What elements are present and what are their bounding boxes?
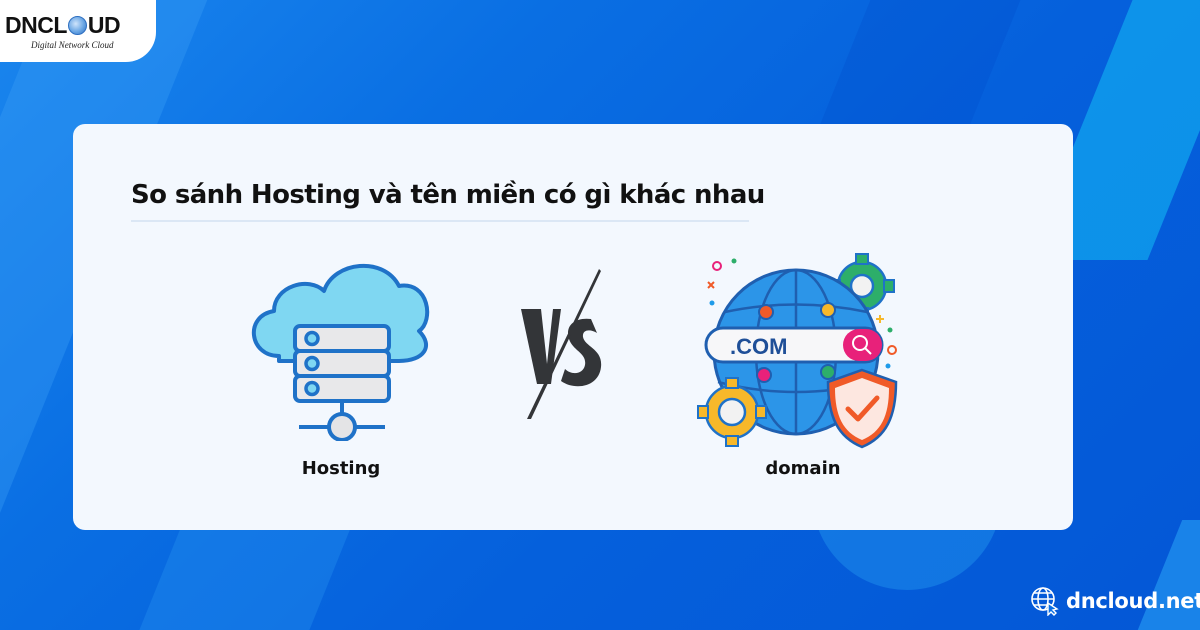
logo-subtitle: Digital Network Cloud (31, 40, 114, 50)
hosting-label: Hosting (301, 458, 381, 479)
network-node (327, 412, 357, 441)
logo-text-right: UD (87, 12, 121, 38)
globe-logo-icon (67, 16, 87, 35)
website-link[interactable]: dncloud.net (1030, 586, 1200, 616)
logo-text-left: DNCL (5, 12, 67, 38)
logo-wordmark: DNCL UD (5, 12, 121, 39)
domain-extension-text: .COM (730, 334, 787, 359)
website-url: dncloud.net (1066, 589, 1200, 613)
versus-icon (521, 269, 602, 419)
cloud-server-icon (251, 263, 430, 441)
shield-check-icon (826, 368, 898, 449)
globe-domain-icon: .COM (697, 253, 898, 449)
page-title: So sánh Hosting và tên miền có gì khác n… (131, 180, 765, 210)
title-divider (131, 220, 749, 222)
brand-logo[interactable]: DNCL UD Digital Network Cloud (0, 0, 156, 62)
domain-label: domain (765, 458, 841, 479)
comparison-card: So sánh Hosting và tên miền có gì khác n… (73, 124, 1073, 530)
domain-search-bar: .COM (704, 326, 884, 364)
globe-cursor-icon (1031, 587, 1059, 616)
server-leds (304, 330, 320, 397)
